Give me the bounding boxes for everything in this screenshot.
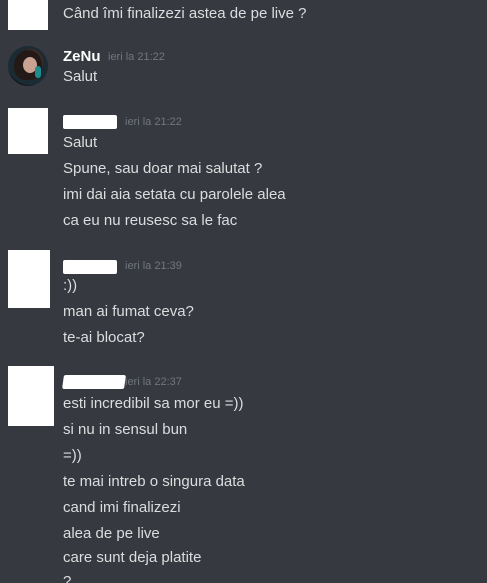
redacted-username[interactable] [63,114,117,129]
chat-message-list: Când îmi finalizezi astea de pe live ? Z… [0,0,487,583]
redacted-avatar[interactable] [8,108,48,154]
message-header [62,372,126,390]
message-text: ? [63,573,72,583]
message-text: Spune, sau doar mai salutat ? [63,160,263,177]
message-timestamp[interactable]: ieri la 22:37 [125,373,182,391]
message-timestamp[interactable]: ieri la 21:22 [108,48,165,66]
avatar-image-accent [35,66,41,78]
message-header [63,112,117,130]
user-avatar[interactable] [8,46,48,86]
redacted-avatar[interactable] [8,250,50,308]
message-text: care sunt deja platite [63,549,202,566]
username[interactable]: ZeNu [63,48,101,66]
message-text: imi dai aia setata cu parolele alea [63,186,286,203]
message-text: te-ai blocat? [63,329,145,346]
message-text: si nu in sensul bun [63,421,188,438]
message-text: alea de pe live [63,525,160,542]
message-header [63,257,117,275]
message-text: Salut [63,134,98,151]
redacted-username[interactable] [62,374,126,389]
message-timestamp[interactable]: ieri la 21:22 [125,113,182,131]
message-text: Când îmi finalizezi astea de pe live ? [63,5,307,22]
message-text: Salut [63,68,98,85]
message-text: ca eu nu reusesc sa le fac [63,212,238,229]
message-text: te mai intreb o singura data [63,473,245,490]
redacted-avatar[interactable] [8,0,48,30]
message-text: =)) [63,447,82,464]
redacted-username[interactable] [63,259,117,274]
message-header: ZeNu [63,47,101,65]
message-text: esti incredibil sa mor eu =)) [63,395,244,412]
message-timestamp[interactable]: ieri la 21:39 [125,257,182,275]
message-text: man ai fumat ceva? [63,303,194,320]
redacted-avatar[interactable] [8,366,54,426]
message-text: cand imi finalizezi [63,499,181,516]
message-text: :)) [63,277,78,294]
